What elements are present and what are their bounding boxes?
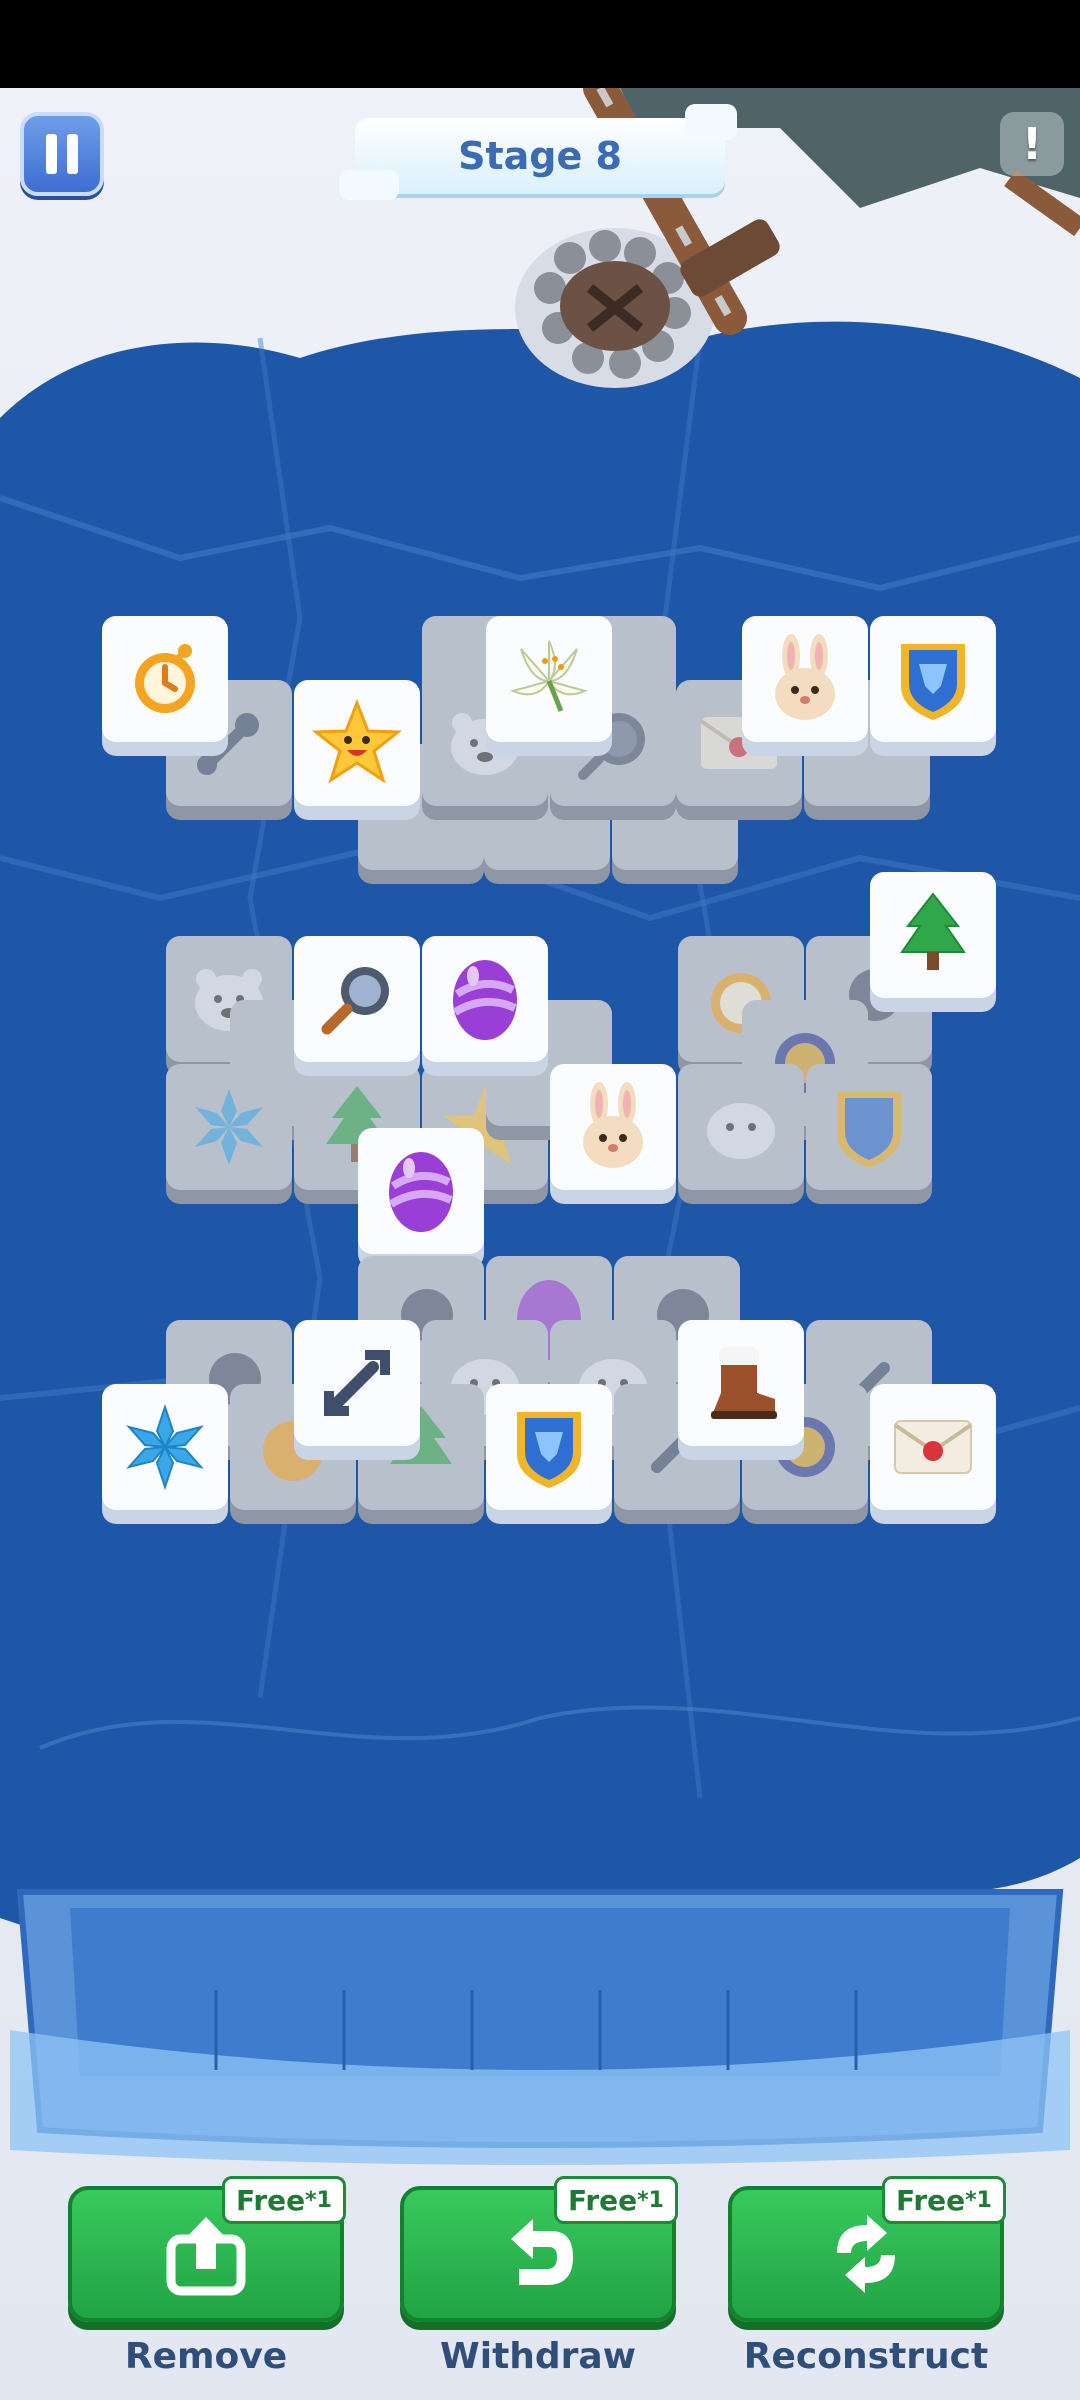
stage-banner: Stage 8 — [339, 104, 737, 200]
tile-polar-bear — [678, 1064, 804, 1204]
stage-title: Stage 8 — [458, 134, 622, 178]
free-badge: Free *1 — [222, 2176, 346, 2224]
status-bar — [0, 0, 1080, 88]
reconstruct-label: Reconstruct — [743, 2336, 989, 2377]
tile-wrench[interactable] — [294, 1320, 420, 1460]
tile-magnifier[interactable] — [294, 936, 420, 1076]
pause-icon — [46, 134, 57, 174]
tile-snowflake[interactable] — [102, 1384, 228, 1524]
tile-alarm-clock[interactable] — [102, 616, 228, 756]
withdraw-button[interactable]: Free *1 — [400, 2176, 678, 2322]
tile-lily[interactable] — [486, 616, 612, 756]
tile-star[interactable] — [294, 680, 420, 820]
tile-bunny[interactable] — [742, 616, 868, 756]
tile-shield[interactable] — [870, 616, 996, 756]
withdraw-label: Withdraw — [440, 2336, 636, 2377]
pause-button[interactable] — [20, 112, 104, 196]
tile-snowflake — [166, 1064, 292, 1204]
exclamation-icon: ! — [1021, 118, 1043, 170]
tile-letter[interactable] — [870, 1384, 996, 1524]
remove-button[interactable]: Free *1 — [68, 2176, 346, 2322]
tile-egg[interactable] — [422, 936, 548, 1076]
tile-pine-tree[interactable] — [870, 872, 996, 1012]
free-badge: Free *1 — [554, 2176, 678, 2224]
tile-shield[interactable] — [486, 1384, 612, 1524]
free-badge: Free *1 — [882, 2176, 1006, 2224]
tile-egg[interactable] — [358, 1128, 484, 1268]
remove-label: Remove — [124, 2336, 288, 2377]
tile-shield — [806, 1064, 932, 1204]
reconstruct-button[interactable]: Free *1 — [728, 2176, 1006, 2322]
tile-bunny[interactable] — [550, 1064, 676, 1204]
tile-tray — [10, 1889, 1070, 2165]
tile-boot[interactable] — [678, 1320, 804, 1460]
info-button[interactable]: ! — [1000, 112, 1064, 176]
